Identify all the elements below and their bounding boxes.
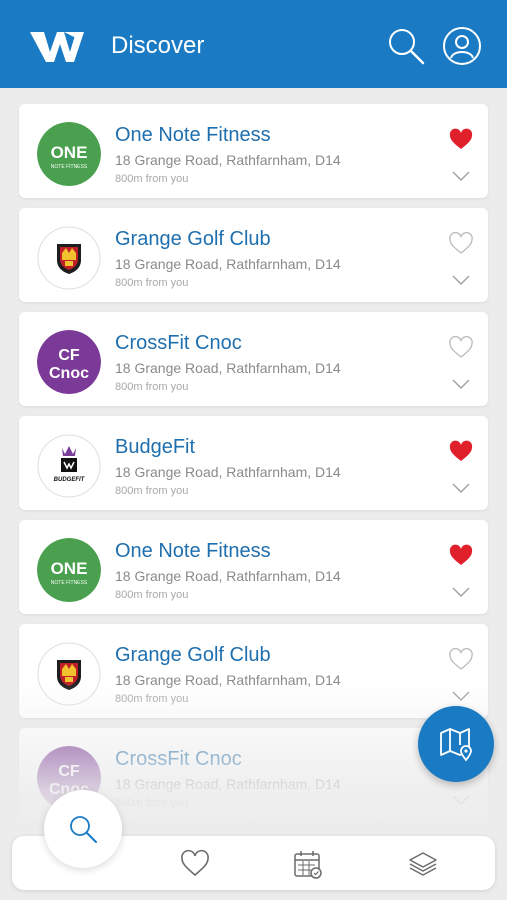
logo-subtext: Cnoc [49, 365, 89, 382]
page-title: Discover [111, 32, 205, 59]
profile-icon[interactable] [442, 26, 482, 66]
venue-logo: ONE NOTE FITNESS [37, 538, 101, 602]
favorite-heart-icon[interactable] [449, 648, 473, 670]
search-icon [70, 816, 97, 843]
venue-distance: 800m from you [115, 277, 189, 289]
layers-icon[interactable] [408, 849, 438, 879]
venue-card[interactable]: Grange Golf Club 18 Grange Road, Rathfarn… [19, 208, 488, 302]
venue-logo: CF Cnoc [37, 330, 101, 394]
chevron-down-icon[interactable] [451, 586, 471, 598]
logo-subtext: NOTE FITNESS [51, 580, 88, 586]
venue-card[interactable]: Grange Golf Club 18 Grange Road, Rathfarn… [19, 624, 488, 718]
venue-distance: 800m from you [115, 485, 189, 497]
venue-name[interactable]: CrossFit Cnoc [115, 748, 242, 771]
venue-distance: 800m from you [115, 381, 189, 393]
logo-text: ONE [51, 559, 88, 578]
venue-card[interactable]: CF Cnoc CrossFit Cnoc 18 Grange Road, Rathf… [19, 312, 488, 406]
logo-text: CF [58, 347, 80, 364]
chevron-down-icon[interactable] [451, 378, 471, 390]
venue-address: 18 Grange Road, Rathfarnham, D14 [115, 568, 341, 584]
venue-logo [37, 226, 101, 290]
app-logo[interactable] [28, 26, 86, 66]
search-icon[interactable] [386, 26, 426, 66]
logo-text: CF [58, 763, 80, 780]
favorite-heart-icon[interactable] [449, 440, 473, 462]
heart-icon[interactable] [180, 849, 210, 879]
venue-name[interactable]: Grange Golf Club [115, 644, 271, 667]
venue-card[interactable]: ONE NOTE FITNESS One Note Fitness 18 Grange… [19, 520, 488, 614]
search-tab-button[interactable] [44, 790, 122, 868]
venue-name[interactable]: Grange Golf Club [115, 228, 271, 251]
venue-logo: ONE NOTE FITNESS [37, 122, 101, 186]
favorite-heart-icon[interactable] [449, 544, 473, 566]
chevron-down-icon[interactable] [451, 170, 471, 182]
venue-card[interactable]: ONE NOTE FITNESS One Note Fitness 18 Grange… [19, 104, 488, 198]
chevron-down-icon[interactable] [451, 482, 471, 494]
chevron-down-icon[interactable] [451, 690, 471, 702]
map-button[interactable] [418, 706, 494, 782]
venue-distance: 800m from you [115, 693, 189, 705]
map-icon [440, 728, 472, 762]
venue-distance: 800m from you [115, 589, 189, 601]
logo-text: ONE [51, 143, 88, 162]
venue-address: 18 Grange Road, Rathfarnham, D14 [115, 776, 341, 792]
venue-name[interactable]: One Note Fitness [115, 124, 271, 147]
venue-logo [37, 642, 101, 706]
venue-name[interactable]: CrossFit Cnoc [115, 332, 242, 355]
venue-address: 18 Grange Road, Rathfarnham, D14 [115, 672, 341, 688]
chevron-down-icon[interactable] [451, 274, 471, 286]
favorite-heart-icon[interactable] [449, 128, 473, 150]
logo-text: BUDGEFIT [54, 477, 86, 483]
venue-name[interactable]: One Note Fitness [115, 540, 271, 563]
venue-address: 18 Grange Road, Rathfarnham, D14 [115, 360, 341, 376]
venue-card[interactable]: BUDGEFIT BudgeFit 18 Grange Road, Rathfarn… [19, 416, 488, 510]
venue-logo: BUDGEFIT [37, 434, 101, 498]
venue-distance: 800m from you [115, 797, 189, 809]
venue-name[interactable]: BudgeFit [115, 436, 195, 459]
calendar-icon[interactable] [293, 849, 323, 879]
venue-address: 18 Grange Road, Rathfarnham, D14 [115, 464, 341, 480]
chevron-down-icon[interactable] [451, 794, 471, 806]
venue-distance: 800m from you [115, 173, 189, 185]
favorite-heart-icon[interactable] [449, 232, 473, 254]
venue-address: 18 Grange Road, Rathfarnham, D14 [115, 152, 341, 168]
venue-address: 18 Grange Road, Rathfarnham, D14 [115, 256, 341, 272]
logo-subtext: NOTE FITNESS [51, 164, 88, 170]
venue-list[interactable]: ONE NOTE FITNESS One Note Fitness 18 Grange… [0, 88, 507, 900]
app-header: Discover [0, 0, 507, 88]
favorite-heart-icon[interactable] [449, 336, 473, 358]
